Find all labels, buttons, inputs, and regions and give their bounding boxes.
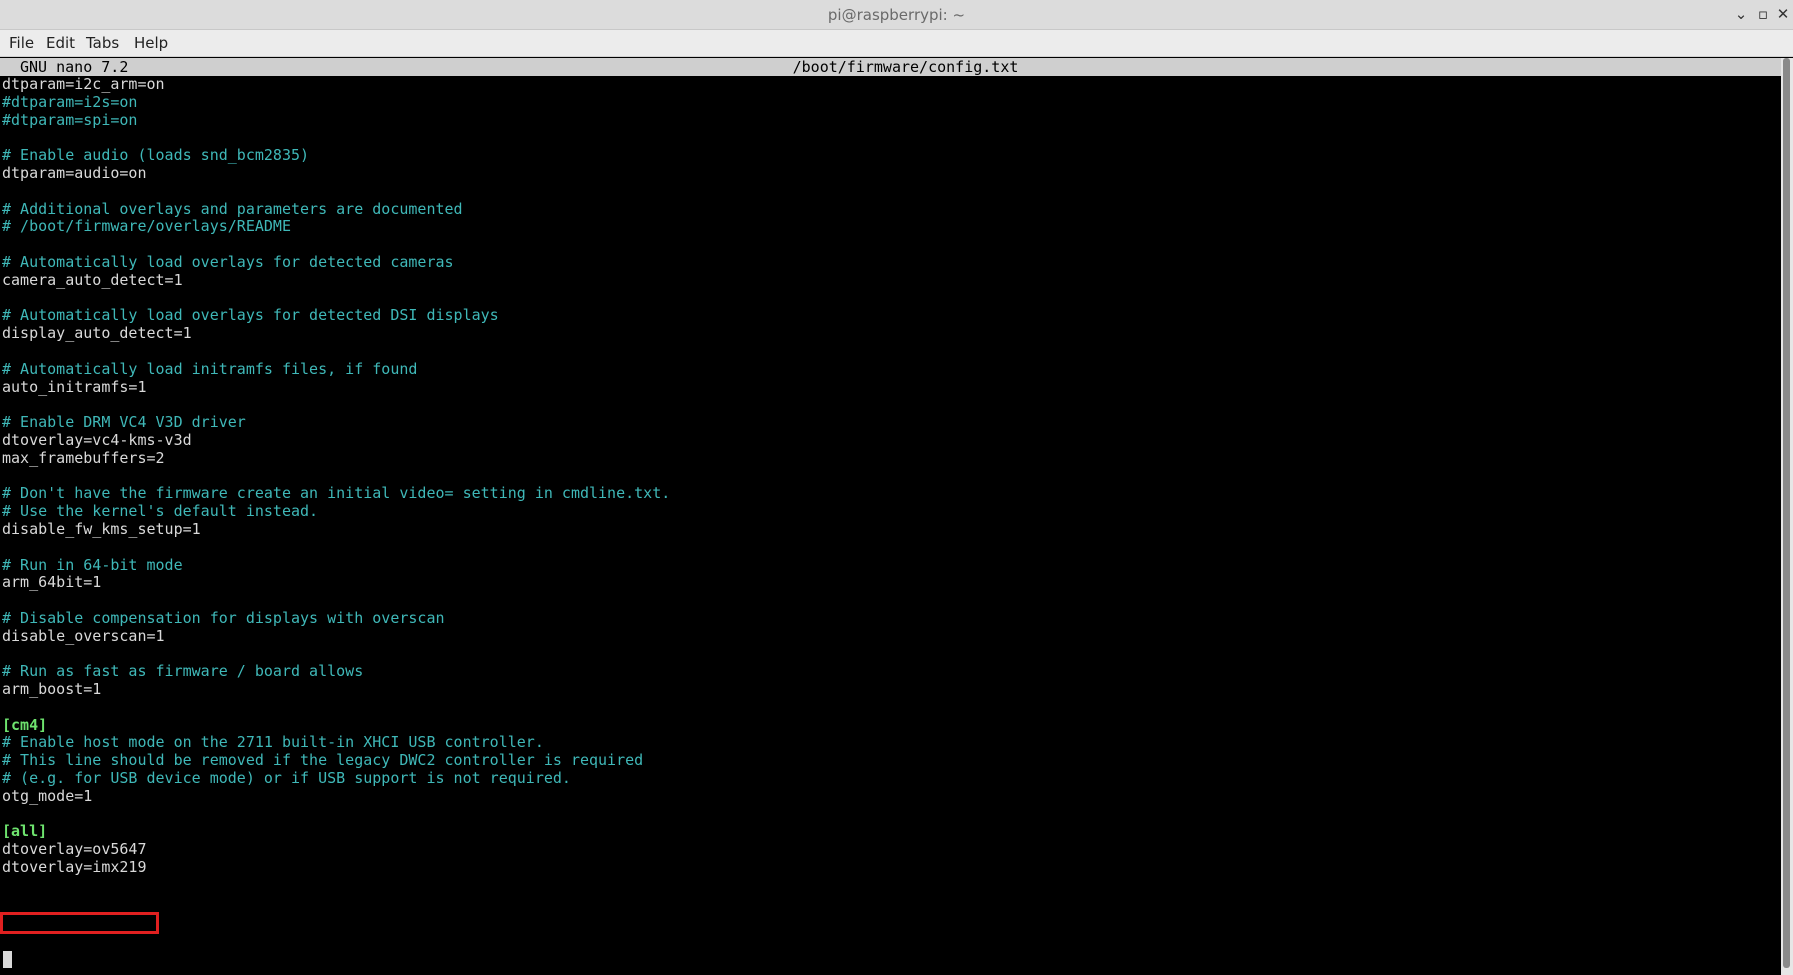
empty-line[interactable]	[2, 236, 1772, 254]
config-comment-line[interactable]: # This line should be removed if the leg…	[2, 751, 1772, 770]
empty-line[interactable]	[2, 183, 1772, 201]
text-cursor	[3, 951, 12, 968]
config-comment-line[interactable]: # Don't have the firmware create an init…	[2, 485, 1772, 503]
title-bar[interactable]: pi@raspberrypi: ~ ⌄ ▫ ✕	[0, 0, 1793, 30]
empty-line[interactable]	[2, 646, 1772, 664]
config-value-line[interactable]: dtoverlay=imx219	[2, 858, 1772, 877]
config-value-line[interactable]: display_auto_detect=1	[2, 324, 1772, 343]
menu-help[interactable]: Help	[134, 30, 168, 57]
config-comment-line[interactable]: #dtparam=i2s=on	[2, 93, 1772, 112]
empty-line[interactable]	[2, 592, 1772, 610]
config-comment-line[interactable]: # /boot/firmware/overlays/README	[2, 218, 1772, 236]
config-section-line[interactable]: [cm4]	[2, 716, 1772, 735]
terminal-window: pi@raspberrypi: ~ ⌄ ▫ ✕ File Edit Tabs H…	[0, 0, 1793, 975]
menu-bar: File Edit Tabs Help	[0, 30, 1793, 57]
config-comment-line[interactable]: # Automatically load initramfs files, if…	[2, 360, 1772, 379]
empty-line[interactable]	[2, 343, 1772, 361]
config-comment-line[interactable]: # Automatically load overlays for detect…	[2, 307, 1772, 325]
config-comment-line[interactable]: # (e.g. for USB device mode) or if USB s…	[2, 769, 1772, 788]
config-comment-line[interactable]: # Run in 64-bit mode	[2, 556, 1772, 575]
scrollbar-thumb[interactable]	[1783, 58, 1790, 968]
empty-line[interactable]	[2, 539, 1772, 557]
highlight-annotation	[0, 912, 159, 934]
config-comment-line[interactable]: # Use the kernel's default instead.	[2, 502, 1772, 521]
config-comment-line[interactable]: # Additional overlays and parameters are…	[2, 200, 1772, 219]
empty-line[interactable]	[2, 806, 1772, 824]
close-icon[interactable]: ✕	[1772, 3, 1793, 25]
config-section-line[interactable]: [all]	[2, 823, 1772, 841]
config-comment-line[interactable]: # Run as fast as firmware / board allows	[2, 662, 1772, 681]
config-value-line[interactable]: dtparam=i2c_arm=on	[2, 75, 1772, 94]
empty-line[interactable]	[2, 290, 1772, 308]
config-value-line[interactable]: arm_boost=1	[2, 680, 1772, 699]
config-value-line[interactable]: disable_overscan=1	[2, 627, 1772, 646]
config-value-line[interactable]: auto_initramfs=1	[2, 378, 1772, 397]
config-comment-line[interactable]: # Automatically load overlays for detect…	[2, 253, 1772, 272]
maximize-icon[interactable]: ▫	[1752, 3, 1774, 25]
empty-line[interactable]	[2, 699, 1772, 717]
config-comment-line[interactable]: # Enable host mode on the 2711 built-in …	[2, 734, 1772, 752]
config-comment-line[interactable]: # Enable DRM VC4 V3D driver	[2, 413, 1772, 432]
config-value-line[interactable]: dtparam=audio=on	[2, 164, 1772, 183]
config-comment-line[interactable]: # Enable audio (loads snd_bcm2835)	[2, 146, 1772, 165]
empty-line[interactable]	[2, 129, 1772, 147]
config-value-line[interactable]: max_framebuffers=2	[2, 449, 1772, 468]
config-value-line[interactable]: dtoverlay=ov5647	[2, 840, 1772, 859]
nano-filename: /boot/firmware/config.txt	[792, 58, 1019, 76]
menu-file[interactable]: File	[9, 30, 34, 57]
terminal-area[interactable]: GNU nano 7.2 /boot/firmware/config.txt d…	[0, 58, 1781, 975]
nano-header-bar: GNU nano 7.2 /boot/firmware/config.txt	[0, 58, 1781, 76]
config-value-line[interactable]: disable_fw_kms_setup=1	[2, 520, 1772, 539]
minimize-icon[interactable]: ⌄	[1730, 3, 1752, 25]
empty-line[interactable]	[2, 396, 1772, 414]
config-comment-line[interactable]: # Disable compensation for displays with…	[2, 609, 1772, 628]
menu-edit[interactable]: Edit	[46, 30, 75, 57]
menu-tabs[interactable]: Tabs	[86, 30, 119, 57]
config-value-line[interactable]: arm_64bit=1	[2, 574, 1772, 592]
config-comment-line[interactable]: #dtparam=spi=on	[2, 111, 1772, 130]
empty-line[interactable]	[2, 468, 1772, 486]
config-value-line[interactable]: camera_auto_detect=1	[2, 271, 1772, 290]
config-value-line[interactable]: dtoverlay=vc4-kms-v3d	[2, 431, 1772, 450]
window-title: pi@raspberrypi: ~	[827, 6, 966, 24]
file-content[interactable]: dtparam=i2c_arm=on #dtparam=i2s=on #dtpara…	[2, 75, 1772, 877]
config-value-line[interactable]: otg_mode=1	[2, 787, 1772, 806]
scrollbar[interactable]	[1781, 58, 1793, 975]
